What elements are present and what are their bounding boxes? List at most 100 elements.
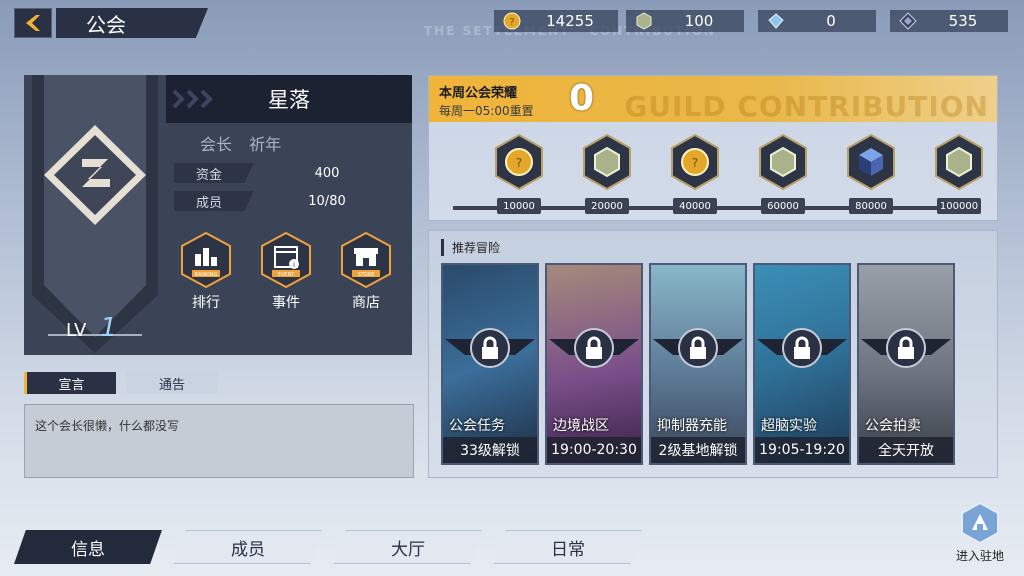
lock-badge [651, 325, 745, 371]
honor-reset-time: 每周一05:00重置 [439, 104, 534, 118]
card-status: 2级基地解锁 [651, 437, 745, 463]
svg-text:EVENT: EVENT [278, 272, 295, 278]
event-button[interactable]: i EVENT 事件 [256, 231, 316, 312]
ranking-icon: RANKING [181, 231, 231, 289]
card-name: 抑制器充能 [657, 418, 727, 434]
tab-declaration[interactable]: 宣言 [24, 372, 116, 394]
tab-notice[interactable]: 通告 [126, 372, 218, 394]
reward-item[interactable]: 80000 [841, 133, 901, 214]
members-row: 成员 10/80 [174, 191, 400, 211]
svg-text:?: ? [692, 156, 698, 170]
card-name: 边境战区 [553, 418, 609, 434]
reward-threshold: 10000 [497, 198, 541, 214]
lock-badge [859, 325, 953, 371]
card-status: 全天开放 [859, 437, 953, 463]
reward-item[interactable]: ? 40000 [665, 133, 725, 214]
leader-name: 祈年 [249, 135, 282, 154]
back-button[interactable] [14, 8, 52, 38]
cube-icon [847, 133, 895, 191]
guild-medal-icon [935, 133, 983, 191]
guild-medal-icon [583, 133, 631, 191]
honor-header: GUILD CONTRIBUTION 本周公会荣耀 每周一05:00重置 0 [429, 76, 997, 123]
card-status: 33级解锁 [443, 437, 537, 463]
nav-tab-hall[interactable]: 大厅 [334, 530, 482, 564]
ranking-button[interactable]: RANKING 排行 [176, 231, 236, 312]
recommended-title: 推荐冒险 [441, 239, 500, 256]
ranking-label: 排行 [192, 295, 220, 311]
guild-medal-icon [759, 133, 807, 191]
currency-diamond[interactable]: 0 [758, 10, 876, 32]
card-name: 公会拍卖 [865, 418, 921, 434]
lock-badge [547, 325, 641, 371]
store-icon: STORE [341, 231, 391, 289]
members-label: 成员 [174, 191, 254, 211]
lock-badge [443, 325, 537, 371]
lock-badge [755, 325, 849, 371]
crystal-icon [898, 11, 918, 31]
reward-item[interactable]: 20000 [577, 133, 637, 214]
level-label: LV [66, 320, 87, 341]
currency-gold[interactable]: ? 14255 [494, 10, 618, 32]
reward-threshold: 100000 [937, 198, 981, 214]
honor-value: 0 [569, 78, 595, 119]
members-value: 10/80 [308, 193, 346, 209]
nav-tab-members[interactable]: 成员 [174, 530, 322, 564]
level-value: 1 [100, 313, 117, 343]
event-icon: i EVENT [261, 231, 311, 289]
svg-text:i: i [293, 261, 295, 269]
lock-icon [445, 328, 535, 368]
store-button[interactable]: STORE 商店 [336, 231, 396, 312]
enter-base-button[interactable]: 进入驻地 [950, 501, 1010, 564]
lock-icon [861, 328, 951, 368]
funds-label: 资金 [174, 163, 254, 183]
funds-row: 资金 400 [174, 163, 400, 183]
back-arrow-icon [26, 15, 40, 31]
store-label: 商店 [352, 295, 380, 311]
funds-value: 400 [314, 165, 340, 181]
reward-threshold: 20000 [585, 198, 629, 214]
adventure-card-brain-experiment[interactable]: 超脑实验 19:05-19:20 [753, 263, 851, 465]
reward-item[interactable]: 100000 [929, 133, 989, 214]
diamond-icon [766, 11, 786, 31]
adventure-card-guild-task[interactable]: 公会任务 33级解锁 [441, 263, 539, 465]
currency-medal[interactable]: 100 [626, 10, 744, 32]
event-label: 事件 [272, 295, 300, 311]
reward-threshold: 60000 [761, 198, 805, 214]
gold-coin-icon: ? [502, 11, 522, 31]
svg-text:RANKING: RANKING [195, 272, 218, 278]
weekly-honor-panel: GUILD CONTRIBUTION 本周公会荣耀 每周一05:00重置 0 ?… [428, 75, 998, 221]
nav-tab-info[interactable]: 信息 [14, 530, 162, 564]
honor-bg-text: GUILD CONTRIBUTION [624, 90, 989, 123]
svg-text:?: ? [516, 156, 522, 170]
svg-text:STORE: STORE [358, 272, 375, 278]
lock-icon [549, 328, 639, 368]
guild-medal-icon [634, 11, 654, 31]
card-name: 超脑实验 [761, 418, 817, 434]
adventure-card-suppressor[interactable]: 抑制器充能 2级基地解锁 [649, 263, 747, 465]
reward-item[interactable]: 60000 [753, 133, 813, 214]
page-title: 公会 [56, 8, 208, 38]
lock-icon [757, 328, 847, 368]
guild-level: LV 1 [66, 313, 117, 343]
nav-tab-daily[interactable]: 日常 [494, 530, 642, 564]
base-icon [961, 501, 999, 545]
recommended-adventures-panel: 推荐冒险 公会任务 33级解锁 边境战区 19:00-20:30 抑制器充能 2… [428, 230, 998, 478]
currency-crystal[interactable]: 535 [890, 10, 1008, 32]
leader-label: 会长 [200, 135, 233, 154]
card-name: 公会任务 [449, 418, 505, 434]
svg-text:?: ? [509, 17, 514, 28]
card-status: 19:05-19:20 [755, 437, 849, 463]
adventure-card-border-zone[interactable]: 边境战区 19:00-20:30 [545, 263, 643, 465]
gold-coin-icon: ? [671, 133, 719, 191]
enter-base-label: 进入驻地 [955, 549, 1004, 563]
declaration-text: 这个会长很懒，什么都没写 [24, 404, 414, 478]
guild-name-text: 星落 [268, 88, 310, 112]
reward-item[interactable]: ? 10000 [489, 133, 549, 214]
leader-row: 会长 祈年 [200, 131, 281, 155]
reward-threshold: 40000 [673, 198, 717, 214]
gold-coin-icon: ? [495, 133, 543, 191]
adventure-card-auction[interactable]: 公会拍卖 全天开放 [857, 263, 955, 465]
chevrons-decor-icon [172, 89, 213, 109]
guild-name: 星落 [166, 75, 412, 123]
card-status: 19:00-20:30 [547, 437, 641, 463]
